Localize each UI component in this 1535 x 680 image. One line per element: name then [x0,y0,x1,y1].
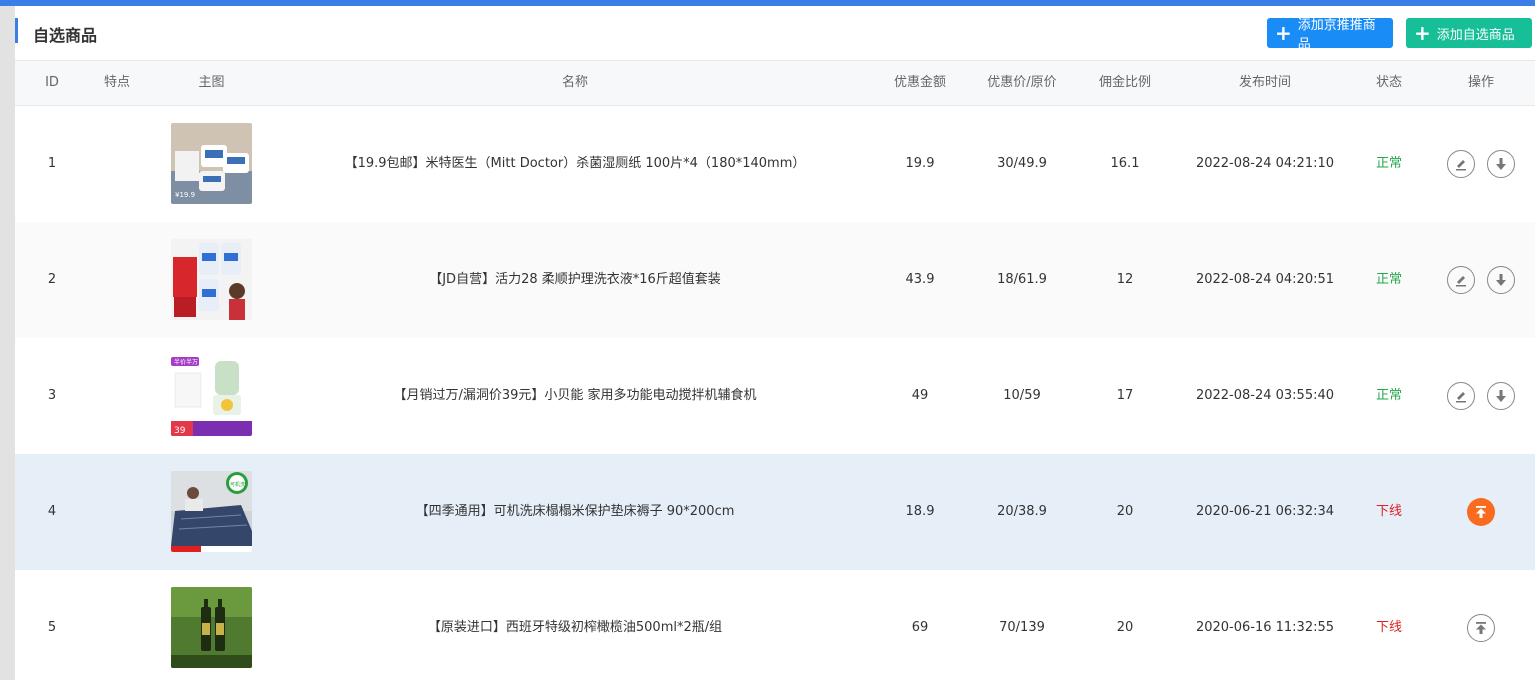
row-discount: 18.9 [905,504,935,519]
row-id: 2 [47,272,57,287]
status-badge: 正常 [1375,272,1402,287]
status-badge: 下线 [1375,504,1402,519]
row-commission: 16.1 [1110,156,1140,171]
header-feature: 特点 [103,75,130,90]
row-id: 5 [47,620,57,635]
header-status: 状态 [1375,75,1402,90]
add-jd-product-button[interactable]: + 添加京推推商品 [1267,18,1393,52]
row-id: 3 [47,388,57,403]
row-discount: 69 [911,620,929,635]
status-badge: 正常 [1375,388,1402,403]
row-feature [87,454,147,570]
row-time: 2020-06-16 11:32:55 [1195,620,1335,635]
edit-icon[interactable] [1447,266,1475,294]
row-time: 2020-06-21 06:32:34 [1195,504,1335,519]
status-badge: 正常 [1375,156,1402,171]
product-thumbnail[interactable]: 可机洗 [171,471,252,552]
row-name[interactable]: 【四季通用】可机洗床榻榻米保护垫床褥子 90*200cm [275,454,875,570]
edit-icon[interactable] [1447,382,1475,410]
header-image: 主图 [198,75,225,90]
product-thumbnail[interactable] [171,239,252,320]
row-feature [87,222,147,338]
row-price: 10/59 [1003,388,1041,403]
svg-text:半价半万: 半价半万 [174,358,198,366]
row-commission: 12 [1116,272,1134,287]
row-discount: 43.9 [905,272,935,287]
page-title: 自选商品 [33,26,98,45]
row-commission: 17 [1116,388,1134,403]
publish-top-icon[interactable] [1467,614,1495,642]
row-feature [87,106,147,222]
row-feature [87,338,147,454]
add-jd-product-label: 添加京推推商品 [1297,18,1376,52]
add-self-product-label: 添加自选商品 [1436,27,1515,43]
row-time: 2022-08-24 04:20:51 [1195,272,1335,287]
table-row: 4 可机洗 【四季通用】可机洗床榻榻米保护垫床褥子 90*200cm 18.9 … [15,454,1535,570]
row-discount: 19.9 [905,156,935,171]
row-commission: 20 [1116,620,1134,635]
download-icon[interactable] [1487,382,1515,410]
header-time: 发布时间 [1238,75,1291,90]
content-panel: 自选商品 + 添加京推推商品 + 添加自选商品 ID 特点 主图 名称 优惠金额… [15,6,1535,680]
product-thumbnail[interactable] [171,587,252,668]
header-action: 操作 [1467,75,1494,90]
edit-icon[interactable] [1447,150,1475,178]
download-icon[interactable] [1487,266,1515,294]
svg-text:可机洗: 可机洗 [230,481,245,488]
header-commission: 佣金比例 [1098,75,1151,90]
row-name[interactable]: 【JD自营】活力28 柔顺护理洗衣液*16斤超值套装 [275,222,875,338]
product-thumbnail[interactable]: ¥19.9 [171,123,252,204]
row-time: 2022-08-24 04:21:10 [1195,156,1335,171]
row-time: 2022-08-24 03:55:40 [1195,388,1335,403]
table-row: 1 ¥19.9 【19.9包邮】米特医生（Mitt Doctor）杀菌湿厕纸 1… [15,106,1535,222]
add-self-product-button[interactable]: + 添加自选商品 [1406,18,1532,48]
table-row: 3 半价半万 39 【月销过万/漏洞价39元】小贝能 家用多功能电动搅拌机辅食机… [15,338,1535,454]
status-badge: 下线 [1375,620,1402,635]
row-name[interactable]: 【月销过万/漏洞价39元】小贝能 家用多功能电动搅拌机辅食机 [275,338,875,454]
header-id: ID [45,75,59,90]
row-price: 20/38.9 [997,504,1047,519]
row-id: 4 [47,504,57,519]
row-commission: 20 [1116,504,1134,519]
product-thumbnail[interactable]: 半价半万 39 [171,355,252,436]
plus-icon: + [1275,21,1292,45]
publish-top-icon[interactable] [1467,498,1495,526]
row-price: 18/61.9 [997,272,1047,287]
left-rail [0,6,15,680]
table-row: 5 【原装进口】西班牙特级初榨橄榄油500ml*2瓶/组 69 70/139 2… [15,570,1535,680]
svg-text:39: 39 [174,426,186,436]
row-id: 1 [47,156,57,171]
row-price: 30/49.9 [997,156,1047,171]
svg-text:¥19.9: ¥19.9 [175,191,195,199]
row-discount: 49 [911,388,929,403]
header-name: 名称 [561,75,588,90]
plus-icon: + [1414,21,1431,45]
title-accent-bar [15,18,18,43]
download-icon[interactable] [1487,150,1515,178]
table-header: ID 特点 主图 名称 优惠金额 优惠价/原价 佣金比例 发布时间 状态 操作 [15,60,1535,106]
row-price: 70/139 [999,620,1045,635]
row-name[interactable]: 【原装进口】西班牙特级初榨橄榄油500ml*2瓶/组 [275,570,875,680]
header-discount: 优惠金额 [893,75,946,90]
header-price: 优惠价/原价 [987,75,1057,90]
row-feature [87,570,147,680]
row-name[interactable]: 【19.9包邮】米特医生（Mitt Doctor）杀菌湿厕纸 100片*4（18… [275,106,875,222]
table-row: 2 【JD自营】活力28 柔顺护理洗衣液*16斤超值套装 43.9 18/61.… [15,222,1535,338]
